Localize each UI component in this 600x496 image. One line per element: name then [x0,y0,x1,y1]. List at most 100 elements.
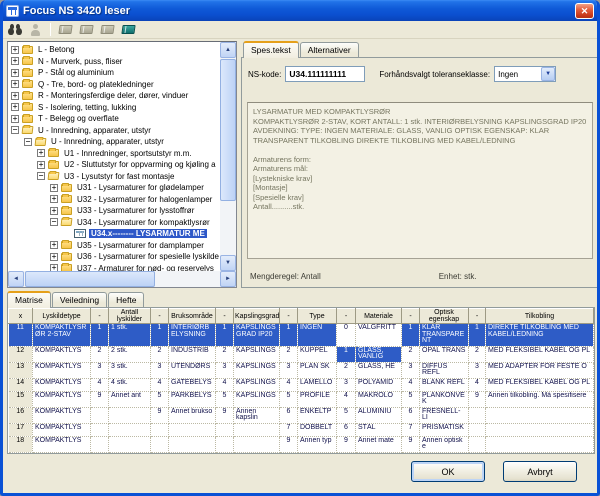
matrix-cell[interactable]: 3 stk. [108,362,151,379]
matrix-cell[interactable]: 3 [215,362,234,379]
expand-plus-icon[interactable]: + [50,206,58,215]
matrix-cell[interactable]: 3 [150,362,169,379]
matrix-cell[interactable]: Annet brukso [168,407,216,424]
matrix-cell[interactable]: 12 [8,346,33,363]
matrix-cell[interactable]: PROFILE [297,391,337,408]
matrix-cell[interactable]: INGEN [297,323,337,347]
matrix-cell[interactable] [150,423,169,437]
matrix-cell[interactable] [168,436,216,453]
matrix-cell[interactable] [90,452,109,453]
book-open-icon[interactable] [119,22,137,37]
matrix-cell[interactable]: DIFFUS REFL [419,362,469,379]
matrix-cell[interactable] [150,436,169,453]
tab-matrise[interactable]: Matrise [7,291,51,308]
expand-plus-icon[interactable]: + [50,241,58,250]
binoculars-search-icon[interactable] [6,22,24,37]
matrix-cell[interactable] [297,452,337,453]
person-search-icon[interactable] [27,22,45,37]
matrix-cell[interactable]: Annen typ [297,436,337,453]
matrix-cell[interactable]: 4 [90,378,109,392]
expand-plus-icon[interactable]: + [11,114,19,123]
expand-plus-icon[interactable]: + [37,149,45,158]
matrix-cell[interactable]: MAKROLO [355,391,402,408]
matrix-cell[interactable] [90,436,109,453]
matrix-cell[interactable]: ALUMINIU [355,407,402,424]
matrix-cell[interactable]: 5 [336,407,356,424]
tree-item[interactable]: + U1 - Innredninger, sportsutstyr m.m. [8,148,220,160]
matrix-cell[interactable]: 0 [336,323,356,347]
matrix-cell[interactable]: KAPSLINGS [233,391,280,408]
scroll-right-icon[interactable]: ► [220,271,236,287]
close-icon[interactable]: ✕ [575,2,594,19]
tree-item[interactable]: + U32 - Lysarmaturer for halogenlamper [8,194,220,206]
expand-plus-icon[interactable]: + [50,195,58,204]
tree-horizontal-scrollbar[interactable]: ◄ ► [8,271,236,287]
expand-plus-icon[interactable]: + [50,264,58,271]
expand-plus-icon[interactable]: + [11,68,19,77]
matrix-cell[interactable] [150,452,169,453]
matrix-cell[interactable]: MED ADAPTER FOR FESTE O [485,362,594,379]
matrix-cell[interactable]: 21 [8,452,33,453]
matrix-cell[interactable] [215,452,234,453]
matrix-cell[interactable]: KOMPAKTLYS [32,423,91,437]
matrix-cell[interactable] [108,423,151,437]
matrix-cell[interactable]: UTENDØRS [168,362,216,379]
tree-item[interactable]: + U2 - Sluttutstyr for oppvarming og kjøl… [8,159,220,171]
matrix-cell[interactable] [336,452,356,453]
expand-plus-icon[interactable]: + [11,103,19,112]
matrix-cell[interactable] [485,436,594,453]
matrix-cell[interactable]: 6 [279,407,298,424]
tab-hefte[interactable]: Hefte [108,292,145,307]
matrix-cell[interactable]: GLASS, HE [355,362,402,379]
matrix-cell[interactable]: KOMPAKTLYS [32,391,91,408]
matrix-cell[interactable]: OPAL TRANS [419,346,469,363]
matrix-cell[interactable]: INDUSTRIB [168,346,216,363]
collapse-minus-icon[interactable]: − [50,218,58,227]
matrix-cell[interactable]: POLYAMID [355,378,402,392]
matrix-cell[interactable]: GATEBELYS [168,378,216,392]
matrix-cell[interactable]: 2 [150,346,169,363]
tree-item[interactable]: + N - Murverk, puss, fliser [8,56,220,68]
matrix-cell[interactable]: MED FLEKSIBEL KABEL OG PL [485,346,594,363]
tree-item[interactable]: + P - Stål og aluminium [8,67,220,79]
tree-item[interactable]: + U36 - Lysarmaturer for spesielle lyskil… [8,251,220,263]
matrix-cell[interactable]: Annen optisk e [419,436,469,453]
matrix-cell[interactable]: 13 [8,362,33,379]
matrix-cell[interactable]: 9 [401,436,420,453]
matrix-cell[interactable]: 4 [401,378,420,392]
matrix-cell[interactable]: 2 [279,346,298,363]
matrix-cell[interactable]: STÅL [355,423,402,437]
matrix-cell[interactable]: KOMPAKTLYS [32,362,91,379]
matrix-cell[interactable]: 2 stk. [108,346,151,363]
matrix-cell[interactable]: 4 [279,378,298,392]
tree-item[interactable]: + U31 - Lysarmaturer for glødelamper [8,182,220,194]
matrix-cell[interactable]: GLASS, VANLIG [355,346,402,363]
matrix-cell[interactable]: 4 [150,378,169,392]
tree-item[interactable]: − U - Innredning, apparater, utstyr [8,136,220,148]
tree-item[interactable]: + U35 - Lysarmaturer for damplamper [8,240,220,252]
matrix-cell[interactable]: KAPSLINGS [233,346,280,363]
matrix-cell[interactable]: PRISMATISK [419,423,469,437]
tree-item[interactable]: + T - Belegg og overflate [8,113,220,125]
ok-button[interactable]: OK [411,461,485,482]
scroll-down-icon[interactable]: ▼ [220,255,236,271]
matrix-cell[interactable] [401,452,420,453]
matrix-cell[interactable]: VALGFRITT [355,323,402,347]
matrix-cell[interactable]: KAPSLINGSGRAD IP20 [233,323,280,347]
matrix-cell[interactable]: 3 [279,362,298,379]
matrix-cell[interactable] [168,423,216,437]
matrix-cell[interactable] [108,407,151,424]
matrix-cell[interactable]: 3 [90,362,109,379]
expand-plus-icon[interactable]: + [37,160,45,169]
matrix-cell[interactable] [168,452,216,453]
matrix-cell[interactable]: KOMPAKTLYSRØR 2-STAV [32,323,91,347]
matrix-cell[interactable]: KOMPAKTLYS [32,346,91,363]
matrix-cell[interactable]: KUPPEL [297,346,337,363]
matrix-cell[interactable] [485,423,594,437]
matrix-cell[interactable]: 15 [8,391,33,408]
expand-plus-icon[interactable]: + [11,45,19,54]
matrix-cell[interactable]: PLANKONVEK [419,391,469,408]
matrix-cell[interactable]: Annen kapslin [233,407,280,424]
tab-alternativer[interactable]: Alternativer [299,42,359,57]
matrix-cell[interactable]: 1 [336,346,356,363]
